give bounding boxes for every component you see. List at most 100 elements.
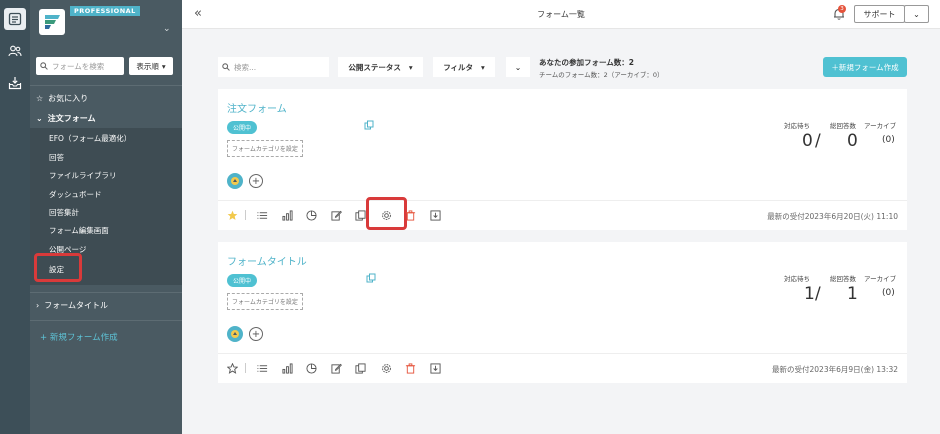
submenu-response-summary[interactable]: 回答集計 xyxy=(49,207,79,218)
sidebar-new-form-link[interactable]: + 新規フォーム作成 xyxy=(40,331,118,343)
forms-nav-button[interactable] xyxy=(4,8,26,30)
archive-count: (0) xyxy=(882,288,895,298)
favorite-star-icon[interactable] xyxy=(226,209,238,221)
sidebar: PROFESSIONAL ⌄ フォームを検索 表示順 ▾ ☆ お気に入り ⌄ 注… xyxy=(30,0,182,434)
more-filters-button[interactable]: ⌄ xyxy=(506,57,530,77)
download-icon[interactable] xyxy=(429,209,441,221)
caret-down-icon: ▾ xyxy=(408,62,413,72)
sidebar-item-label: 注文フォーム xyxy=(47,114,96,123)
gear-icon[interactable] xyxy=(380,362,392,374)
set-category-button[interactable]: フォームカテゴリを設定 xyxy=(227,140,303,157)
card-divider xyxy=(218,353,907,354)
form-search-input[interactable]: フォームを検索 xyxy=(36,57,124,75)
filter-select[interactable]: フィルタ ▾ xyxy=(433,57,495,77)
download-icon[interactable] xyxy=(429,362,441,374)
plus-icon: + xyxy=(251,175,261,187)
search-icon xyxy=(40,62,48,70)
status-filter-label: 公開ステータス xyxy=(348,62,401,72)
toolbar-separator xyxy=(245,363,246,373)
submenu-form-editor[interactable]: フォーム編集画面 xyxy=(49,225,109,236)
last-received-timestamp: 最新の受付2023年6月9日(金) 13:32 xyxy=(772,365,898,374)
bar-chart-icon[interactable] xyxy=(281,209,293,221)
list-icon[interactable] xyxy=(256,362,268,374)
star-outline-icon: ☆ xyxy=(36,94,44,103)
app-logo[interactable] xyxy=(39,9,65,35)
sidebar-item-favorites[interactable]: ☆ お気に入り xyxy=(30,93,182,104)
page-title: フォーム一覧 xyxy=(537,10,585,19)
sidebar-divider xyxy=(30,292,182,293)
duplicate-icon[interactable] xyxy=(354,209,366,221)
avatar[interactable] xyxy=(227,173,243,189)
sort-order-label: 表示順 xyxy=(136,61,159,71)
total-label: 総回答数 xyxy=(830,275,856,283)
submenu-efo[interactable]: EFO（フォーム最適化） xyxy=(49,133,131,144)
inbox-nav-button[interactable] xyxy=(4,72,26,94)
pie-chart-icon[interactable] xyxy=(305,362,317,374)
support-button[interactable]: サポート xyxy=(854,5,905,23)
form-search-placeholder: フォームを検索 xyxy=(52,61,105,71)
add-member-button[interactable]: + xyxy=(249,327,263,341)
trash-icon[interactable] xyxy=(404,209,416,221)
chevron-down-icon: ⌄ xyxy=(514,62,522,72)
submenu-dashboard[interactable]: ダッシュボード xyxy=(49,189,102,200)
users-nav-button[interactable] xyxy=(4,40,26,62)
submenu-file-library[interactable]: ファイルライブラリ xyxy=(49,170,117,181)
edit-icon[interactable] xyxy=(330,209,342,221)
submenu-responses[interactable]: 回答 xyxy=(49,152,64,163)
sort-order-select[interactable]: 表示順 ▾ xyxy=(129,57,173,75)
caret-down-icon: ▾ xyxy=(481,62,485,72)
pending-count: 0 xyxy=(802,131,813,151)
sidebar-item-order-form[interactable]: ⌄ 注文フォーム xyxy=(30,113,182,124)
bar-chart-icon[interactable] xyxy=(281,362,293,374)
document-icon xyxy=(8,12,22,26)
stat-separator: / xyxy=(815,131,821,151)
favorite-star-outline-icon[interactable] xyxy=(226,362,238,374)
list-icon[interactable] xyxy=(256,209,268,221)
plus-icon: + xyxy=(251,328,261,340)
copy-icon[interactable] xyxy=(366,273,376,283)
status-badge: 公開中 xyxy=(227,274,258,287)
plan-badge: PROFESSIONAL xyxy=(70,6,140,16)
total-label: 総回答数 xyxy=(830,122,856,130)
sidebar-item-form-title[interactable]: › フォームタイトル xyxy=(30,300,182,311)
support-dropdown-button[interactable]: ⌄ xyxy=(904,5,929,23)
last-received-timestamp: 最新の受付2023年6月20日(火) 11:10 xyxy=(767,212,898,221)
form-title-link[interactable]: フォームタイトル xyxy=(227,253,307,268)
plus-icon: + xyxy=(40,333,48,343)
form-card: フォームタイトル 公開中 フォームカテゴリを設定 対応待ち 総回答数 アーカイブ… xyxy=(218,242,907,383)
main-search-input[interactable]: 検索... xyxy=(218,57,329,77)
chevron-right-icon: › xyxy=(36,301,40,310)
sidebar-divider xyxy=(30,85,182,86)
new-form-label: 新規フォーム作成 xyxy=(49,333,118,343)
pending-count: 1 xyxy=(804,284,815,304)
inbox-icon xyxy=(8,77,22,90)
add-member-button[interactable]: + xyxy=(249,174,263,188)
form-card: 注文フォーム 公開中 フォームカテゴリを設定 対応待ち 総回答数 アーカイブ 0… xyxy=(218,89,907,230)
user-avatar-icon xyxy=(231,330,239,338)
edit-icon[interactable] xyxy=(330,362,342,374)
form-title-link[interactable]: 注文フォーム xyxy=(227,100,287,115)
sidebar-item-label: お気に入り xyxy=(48,94,89,103)
pie-chart-icon[interactable] xyxy=(305,209,317,221)
archive-label: アーカイブ xyxy=(864,122,897,130)
archive-count: (0) xyxy=(882,135,895,145)
notification-badge: 3 xyxy=(838,5,846,13)
top-bar: « フォーム一覧 3 サポート ⌄ xyxy=(182,0,940,29)
copy-icon[interactable] xyxy=(364,120,374,130)
status-filter-select[interactable]: 公開ステータス ▾ xyxy=(338,57,423,77)
pending-label: 対応待ち xyxy=(784,122,810,130)
set-category-button[interactable]: フォームカテゴリを設定 xyxy=(227,293,303,310)
main-search-placeholder: 検索... xyxy=(234,62,257,72)
workspace-chevron-icon[interactable]: ⌄ xyxy=(163,24,171,34)
chevron-down-icon: ⌄ xyxy=(913,9,920,19)
settings-highlight xyxy=(34,253,82,282)
avatar[interactable] xyxy=(227,326,243,342)
user-avatar-icon xyxy=(231,177,239,185)
duplicate-icon[interactable] xyxy=(354,362,366,374)
team-form-count: チームのフォーム数：2（アーカイブ：0） xyxy=(539,71,664,79)
sidebar-divider xyxy=(30,320,182,321)
app-rail xyxy=(0,0,30,434)
trash-icon[interactable] xyxy=(404,362,416,374)
create-form-button[interactable]: ＋新規フォーム作成 xyxy=(823,57,907,77)
total-count: 1 xyxy=(847,284,858,304)
